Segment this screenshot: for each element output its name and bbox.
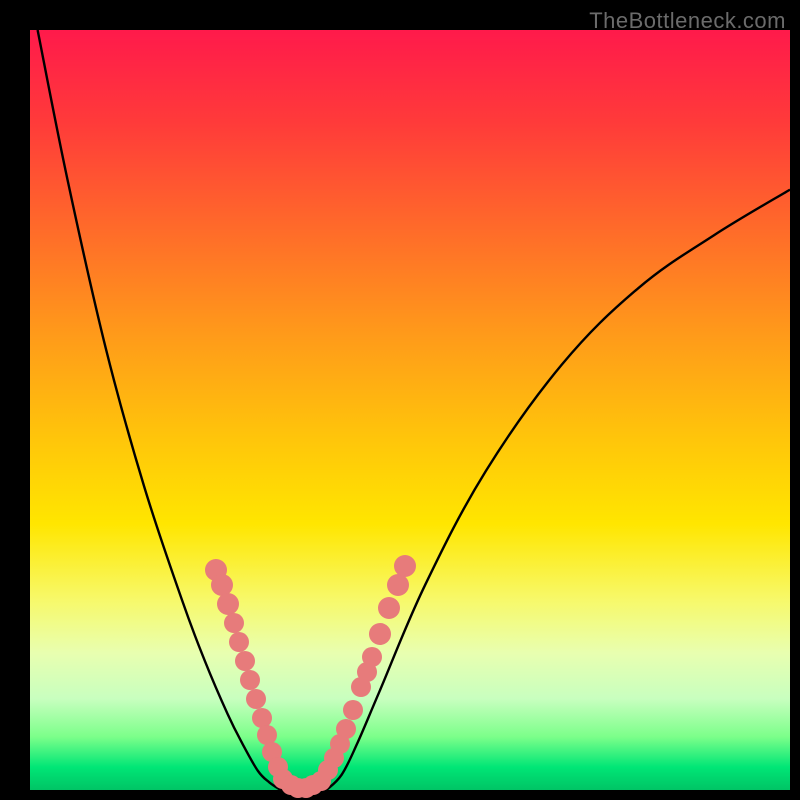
watermark-text: TheBottleneck.com	[589, 8, 786, 34]
marker-dot-left	[229, 632, 249, 652]
chart-frame: TheBottleneck.com	[0, 0, 800, 800]
marker-dot-left	[235, 651, 255, 671]
marker-dot-right	[336, 719, 356, 739]
marker-dot-right	[369, 623, 391, 645]
marker-dot-right	[387, 574, 409, 596]
plot-area	[30, 30, 790, 790]
curve-right	[326, 190, 790, 790]
marker-dot-left	[217, 593, 239, 615]
marker-dot-right	[394, 555, 416, 577]
curves-layer	[30, 30, 790, 790]
marker-dot-left	[246, 689, 266, 709]
marker-dot-left	[240, 670, 260, 690]
marker-dot-left	[224, 613, 244, 633]
marker-dot-right	[362, 647, 382, 667]
marker-dot-right	[378, 597, 400, 619]
marker-dot-right	[343, 700, 363, 720]
